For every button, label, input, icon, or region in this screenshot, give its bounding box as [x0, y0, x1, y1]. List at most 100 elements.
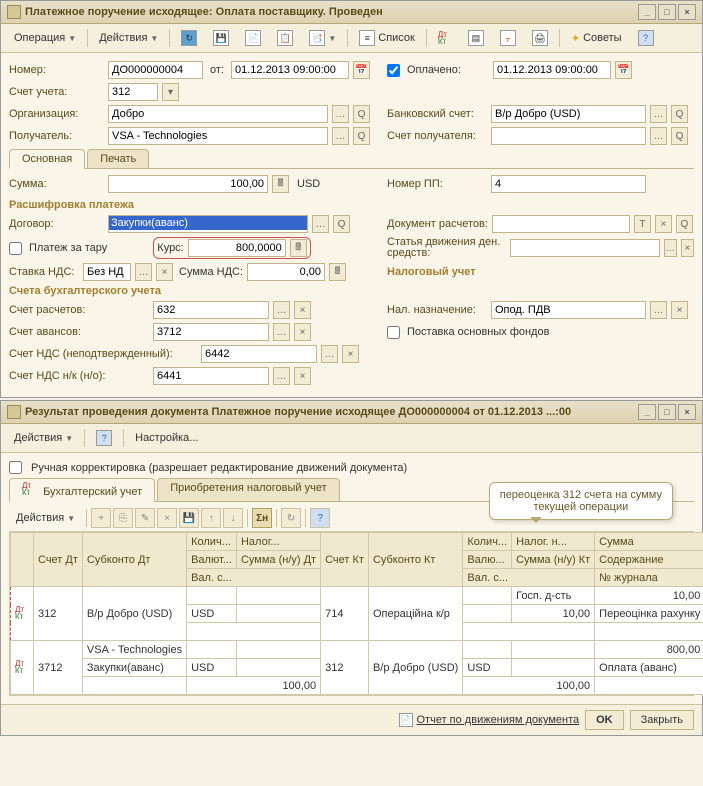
close-button-footer[interactable]: Закрыть: [630, 710, 694, 730]
cell-sub-dt[interactable]: В/р Добро (USD): [82, 587, 186, 641]
sum-field[interactable]: [108, 175, 268, 193]
col-sum[interactable]: Сумма: [595, 533, 703, 551]
cell-val-dt[interactable]: USD: [187, 659, 237, 677]
acc-vat-nk-clear-icon[interactable]: ×: [294, 367, 311, 385]
acc-settlement-clear-icon[interactable]: ×: [294, 301, 311, 319]
doc-calc-clear-icon[interactable]: ×: [655, 215, 672, 233]
cash-flow-ellipsis-icon[interactable]: …: [664, 239, 677, 257]
acc-vat-nk-ellipsis-icon[interactable]: …: [273, 367, 290, 385]
col-valsum-dt[interactable]: Вал. с...: [187, 569, 321, 587]
col-acc-kt[interactable]: Счет Кт: [321, 533, 369, 587]
cell-content[interactable]: Переоцінка рахунку: [595, 605, 703, 623]
account-field[interactable]: [108, 83, 158, 101]
sigma-icon[interactable]: Σн: [252, 508, 272, 528]
close-button[interactable]: ×: [678, 4, 696, 20]
contract-ellipsis-icon[interactable]: …: [312, 215, 329, 233]
col-nalog-dt[interactable]: Налог...: [236, 533, 320, 551]
vat-rate-dropdown-icon[interactable]: …: [135, 263, 152, 281]
col-acc-dt[interactable]: Счет Дт: [34, 533, 83, 587]
organization-open-icon[interactable]: Q: [353, 105, 370, 123]
doc-icon[interactable]: 📄: [238, 27, 268, 49]
doc-calc-open-icon[interactable]: Q: [676, 215, 693, 233]
col-qty-kt[interactable]: Колич...: [463, 533, 512, 551]
result-actions-menu[interactable]: Действия▼: [7, 429, 80, 447]
col-qty-dt[interactable]: Колич...: [187, 533, 237, 551]
tax-purpose-clear-icon[interactable]: ×: [671, 301, 688, 319]
grid-actions-menu[interactable]: Действия▼: [9, 509, 82, 527]
actions-menu[interactable]: Действия▼: [92, 29, 165, 47]
cell-sub-dt2[interactable]: Закупки(аванс): [82, 659, 186, 677]
rate-field[interactable]: [188, 239, 286, 257]
result-help-icon[interactable]: ?: [89, 427, 119, 449]
doc2-icon[interactable]: 📋: [270, 27, 300, 49]
report-link[interactable]: Отчет по движениям документа: [417, 714, 580, 726]
tips-button[interactable]: ✦Советы: [564, 29, 629, 48]
pp-number-field[interactable]: [491, 175, 646, 193]
tab-main[interactable]: Основная: [9, 149, 85, 169]
result-minimize-button[interactable]: _: [638, 404, 656, 420]
grid-help-icon[interactable]: ?: [310, 508, 330, 528]
bank-account-ellipsis-icon[interactable]: …: [650, 105, 667, 123]
col-journal[interactable]: № журнала: [595, 569, 703, 587]
recipient-open-icon[interactable]: Q: [353, 127, 370, 145]
help-icon[interactable]: ?: [631, 27, 661, 49]
date-field[interactable]: [231, 61, 349, 79]
acc-settlement-field[interactable]: [153, 301, 269, 319]
cell-acc-kt[interactable]: 714: [321, 587, 369, 641]
postings-table[interactable]: Счет Дт Субконто Дт Колич... Налог... Сч…: [10, 532, 703, 695]
cell-nalog-kt[interactable]: Госп. д-сть: [512, 587, 595, 605]
cell-content[interactable]: Оплата (аванс): [595, 659, 703, 677]
cell-valsum-kt[interactable]: 100,00: [463, 677, 595, 695]
ok-button[interactable]: OK: [585, 710, 624, 730]
cell-valsum-dt[interactable]: 100,00: [187, 677, 321, 695]
acc-vat-nk-field[interactable]: [153, 367, 269, 385]
organization-ellipsis-icon[interactable]: …: [332, 105, 349, 123]
operation-menu[interactable]: Операция▼: [7, 29, 83, 47]
bank-account-field[interactable]: [491, 105, 646, 123]
delete-icon[interactable]: ×: [157, 508, 177, 528]
acc-advance-ellipsis-icon[interactable]: …: [273, 323, 290, 341]
col-valsum-kt[interactable]: Вал. с...: [463, 569, 595, 587]
contract-open-icon[interactable]: Q: [333, 215, 350, 233]
tab-nalog[interactable]: Приобретения налоговый учет: [157, 478, 339, 501]
dtkt-icon[interactable]: ДтКт: [431, 28, 459, 48]
cell-sub-kt[interactable]: В/р Добро (USD): [368, 641, 462, 695]
minimize-button[interactable]: _: [638, 4, 656, 20]
vat-sum-field[interactable]: [247, 263, 325, 281]
col-sum-nu-dt[interactable]: Сумма (н/у) Дт: [236, 551, 320, 569]
paid-checkbox[interactable]: [387, 64, 400, 77]
cell-sub-kt[interactable]: Операційна к/р: [368, 587, 462, 641]
acc-vat-unconf-ellipsis-icon[interactable]: …: [321, 345, 338, 363]
recipient-account-field[interactable]: [491, 127, 646, 145]
recipient-ellipsis-icon[interactable]: …: [332, 127, 349, 145]
cell-val-kt[interactable]: USD: [463, 659, 512, 677]
sum-calc-icon[interactable]: 🖩: [272, 175, 289, 193]
cash-flow-field[interactable]: [510, 239, 660, 257]
acc-advance-field[interactable]: [153, 323, 269, 341]
bank-account-open-icon[interactable]: Q: [671, 105, 688, 123]
contract-field[interactable]: Закупки(аванс): [109, 216, 307, 230]
print-icon[interactable]: 🖨: [525, 27, 555, 49]
basis-icon[interactable]: 📑▼: [302, 27, 343, 49]
recipient-account-open-icon[interactable]: Q: [671, 127, 688, 145]
recipient-field[interactable]: [108, 127, 328, 145]
col-sub-kt[interactable]: Субконто Кт: [368, 533, 462, 587]
acc-settlement-ellipsis-icon[interactable]: …: [273, 301, 290, 319]
tax-purpose-field[interactable]: [491, 301, 646, 319]
acc-advance-clear-icon[interactable]: ×: [294, 323, 311, 341]
down-icon[interactable]: ↓: [223, 508, 243, 528]
doc-calc-t-icon[interactable]: T: [634, 215, 651, 233]
vat-rate-field[interactable]: [83, 263, 131, 281]
cell-acc-dt[interactable]: 312: [34, 587, 83, 641]
number-field[interactable]: [108, 61, 203, 79]
paid-date-field[interactable]: [493, 61, 611, 79]
cell-acc-dt[interactable]: 3712: [34, 641, 83, 695]
pay-tare-checkbox[interactable]: [9, 242, 22, 255]
save-icon[interactable]: 💾: [206, 27, 236, 49]
doc-calc-field[interactable]: [492, 215, 630, 233]
col-valut-kt[interactable]: Валю...: [463, 551, 512, 569]
result-maximize-button[interactable]: □: [658, 404, 676, 420]
col-icon[interactable]: [11, 533, 34, 587]
rate-calc-icon[interactable]: 🖩: [290, 239, 307, 257]
cell-val-dt[interactable]: USD: [187, 605, 237, 623]
